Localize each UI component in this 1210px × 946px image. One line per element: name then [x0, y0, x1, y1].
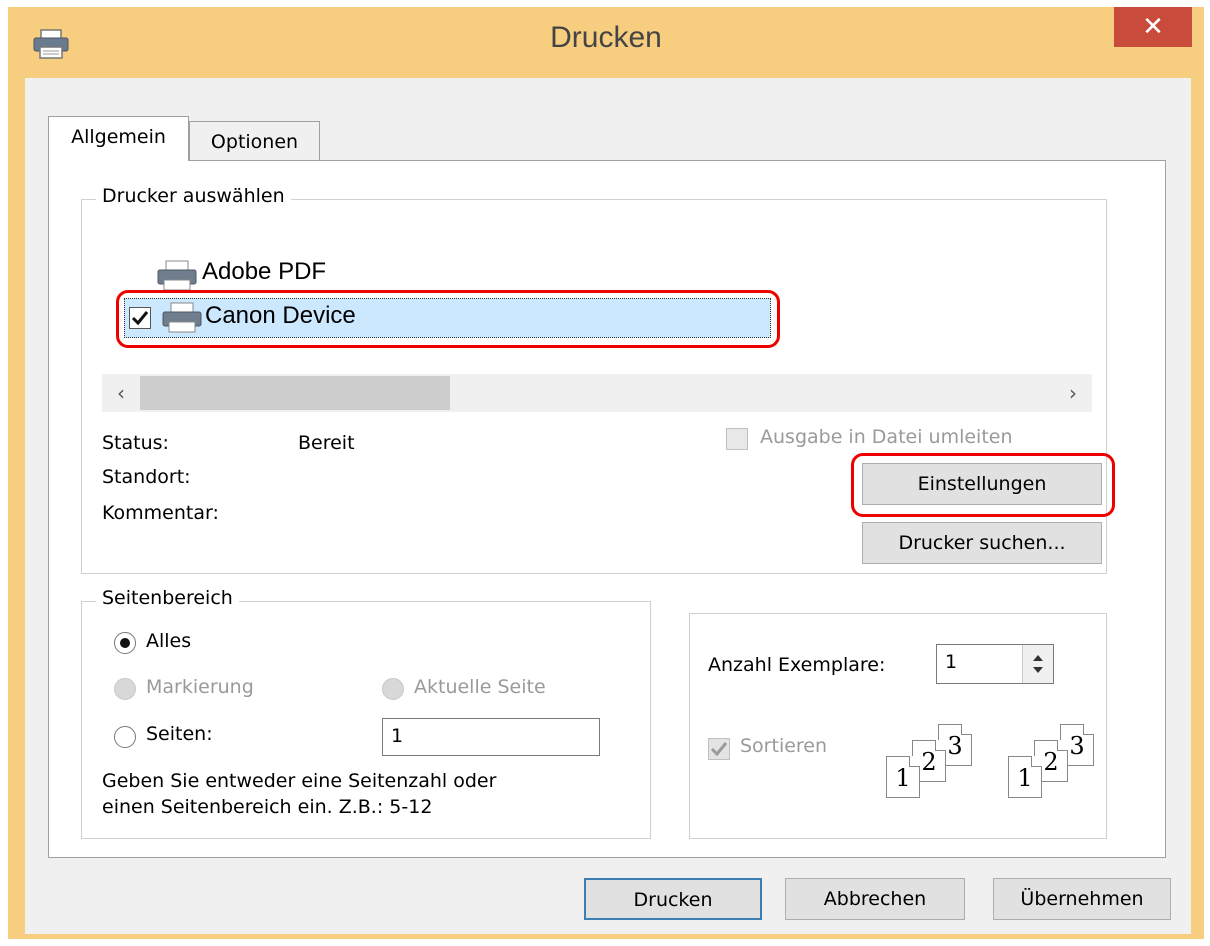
copies-count-value: 1 — [945, 651, 958, 673]
scroll-left-icon[interactable]: ‹ — [102, 374, 140, 412]
location-label: Standort: — [102, 466, 191, 488]
selection-label: Markierung — [146, 676, 254, 698]
tab-label: Optionen — [210, 131, 299, 153]
find-printer-button[interactable]: Drucker suchen... — [862, 522, 1102, 564]
page-1-icon: 1 — [886, 756, 920, 798]
printer-list-scrollbar[interactable]: ‹ › — [102, 374, 1092, 412]
tab-optionen[interactable]: Optionen — [189, 121, 320, 161]
pages-label: Seiten: — [146, 723, 213, 745]
copies-spinner[interactable] — [1022, 645, 1053, 683]
apply-button[interactable]: Übernehmen — [993, 878, 1171, 920]
annotation-highlight-settings — [851, 453, 1115, 517]
print-to-file-label: Ausgabe in Datei umleiten — [760, 426, 1013, 448]
status-value: Bereit — [298, 432, 355, 454]
find-printer-button-label: Drucker suchen... — [898, 532, 1066, 554]
all-pages-label: Alles — [146, 630, 192, 652]
collate-pages-illustration-2: 3 2 1 — [1008, 724, 1118, 814]
cancel-button[interactable]: Abbrechen — [785, 878, 965, 920]
copies-count-label: Anzahl Exemplare: — [708, 654, 886, 676]
printer-group-legend: Drucker auswählen — [96, 185, 291, 207]
copies-count-input[interactable]: 1 — [936, 644, 1054, 684]
print-button-label: Drucken — [633, 889, 713, 911]
selection-radio[interactable] — [114, 678, 136, 700]
current-page-label: Aktuelle Seite — [414, 676, 546, 698]
annotation-highlight-printer — [116, 290, 780, 348]
tab-label: Allgemein — [71, 126, 166, 148]
printer-select-group: Drucker auswählen Adobe PDF Canon Device… — [81, 185, 1115, 574]
page-range-legend: Seitenbereich — [96, 587, 239, 609]
print-button[interactable]: Drucken — [584, 878, 762, 920]
collate-label: Sortieren — [740, 735, 828, 757]
print-dialog: Drucken ✕ Allgemein Optionen Drucker aus… — [8, 7, 1204, 939]
print-to-file-checkbox[interactable] — [726, 428, 748, 450]
current-page-radio[interactable] — [382, 678, 404, 700]
copies-group: Anzahl Exemplare: 1 Sortieren 3 2 1 3 2 … — [689, 613, 1107, 839]
close-icon: ✕ — [1142, 12, 1164, 42]
scrollbar-thumb[interactable] — [140, 376, 450, 410]
comment-label: Kommentar: — [102, 502, 219, 524]
pages-radio[interactable] — [114, 726, 136, 748]
close-button[interactable]: ✕ — [1114, 7, 1192, 47]
tab-allgemein[interactable]: Allgemein — [48, 116, 189, 161]
scroll-right-icon[interactable]: › — [1054, 374, 1092, 412]
general-tab-panel: Drucker auswählen Adobe PDF Canon Device… — [48, 160, 1166, 858]
window-title: Drucken — [550, 21, 662, 54]
collate-checkbox[interactable] — [708, 738, 730, 760]
page-1-icon: 1 — [1008, 756, 1042, 798]
spinner-updown-icon — [1033, 655, 1043, 673]
page-range-group: Seitenbereich Alles Markierung Aktuelle … — [81, 587, 651, 839]
page-range-hint-line2: einen Seitenbereich ein. Z.B.: 5-12 — [102, 796, 433, 818]
title-bar[interactable]: Drucken ✕ — [8, 7, 1204, 77]
page-range-hint-line1: Geben Sie entweder eine Seitenzahl oder — [102, 770, 497, 792]
apply-button-label: Übernehmen — [1020, 888, 1144, 910]
radio-selected-dot — [120, 638, 130, 648]
pages-input[interactable]: 1 — [382, 718, 600, 756]
dialog-client: Allgemein Optionen Drucker auswählen Ado… — [25, 78, 1191, 934]
cancel-button-label: Abbrechen — [823, 888, 927, 910]
printer-name: Adobe PDF — [202, 258, 327, 285]
collate-pages-illustration-1: 3 2 1 — [886, 724, 996, 814]
all-pages-radio[interactable] — [114, 632, 136, 654]
status-label: Status: — [102, 432, 169, 454]
printer-icon — [157, 260, 197, 291]
pages-input-value: 1 — [391, 725, 404, 747]
check-icon — [710, 742, 728, 757]
